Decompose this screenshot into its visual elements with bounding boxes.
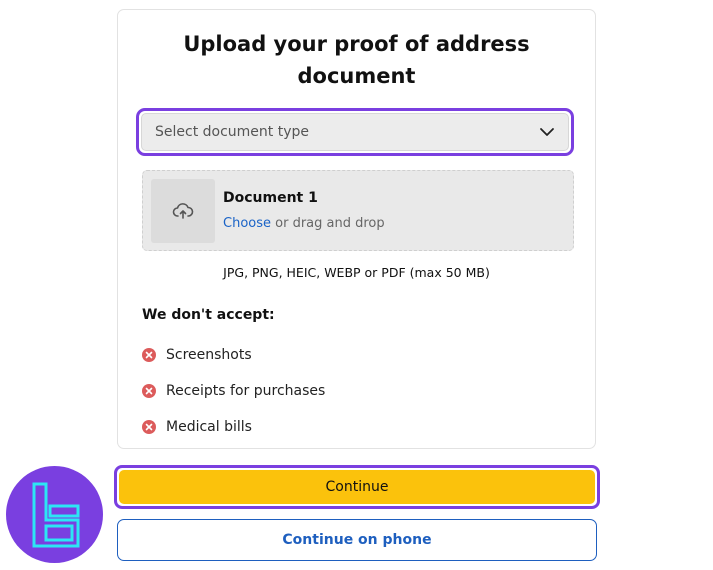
list-item: Receipts for purchases	[142, 373, 325, 409]
accepted-formats-note: JPG, PNG, HEIC, WEBP or PDF (max 50 MB)	[223, 265, 490, 280]
not-accepted-list: Screenshots Receipts for purchases Medic…	[142, 337, 325, 445]
page-title-line-1: Upload your proof of address	[183, 32, 530, 56]
dropzone-title: Document 1	[223, 190, 318, 206]
x-circle-icon	[142, 420, 156, 434]
upload-cloud-icon-tile	[151, 179, 215, 243]
dropzone-subtitle: Choose or drag and drop	[223, 216, 385, 231]
document-type-select-focus-ring: Select document type	[136, 108, 574, 156]
not-accepted-item-label: Receipts for purchases	[166, 383, 326, 399]
continue-button-focus-ring: Continue	[114, 465, 600, 509]
not-accepted-heading: We don't accept:	[142, 307, 275, 323]
list-item: Screenshots	[142, 337, 325, 373]
continue-button[interactable]: Continue	[119, 470, 595, 504]
brand-logo-icon	[6, 466, 103, 563]
page-title-line-2: document	[297, 64, 416, 88]
not-accepted-item-label: Medical bills	[166, 419, 252, 435]
document-dropzone[interactable]: Document 1 Choose or drag and drop	[142, 170, 574, 251]
drag-drop-text: or drag and drop	[275, 216, 385, 231]
list-item: Medical bills	[142, 409, 325, 445]
document-type-select[interactable]: Select document type	[141, 113, 569, 151]
upload-card: Upload your proof of address document Se…	[117, 9, 596, 449]
upload-cloud-icon	[172, 203, 194, 219]
x-circle-icon	[142, 384, 156, 398]
continue-on-phone-button[interactable]: Continue on phone	[117, 519, 597, 561]
not-accepted-item-label: Screenshots	[166, 347, 252, 363]
x-circle-icon	[142, 348, 156, 362]
choose-file-link[interactable]: Choose	[223, 216, 271, 231]
document-type-placeholder: Select document type	[155, 124, 309, 140]
chevron-down-icon	[540, 128, 554, 136]
page-title: Upload your proof of address document	[118, 28, 595, 92]
